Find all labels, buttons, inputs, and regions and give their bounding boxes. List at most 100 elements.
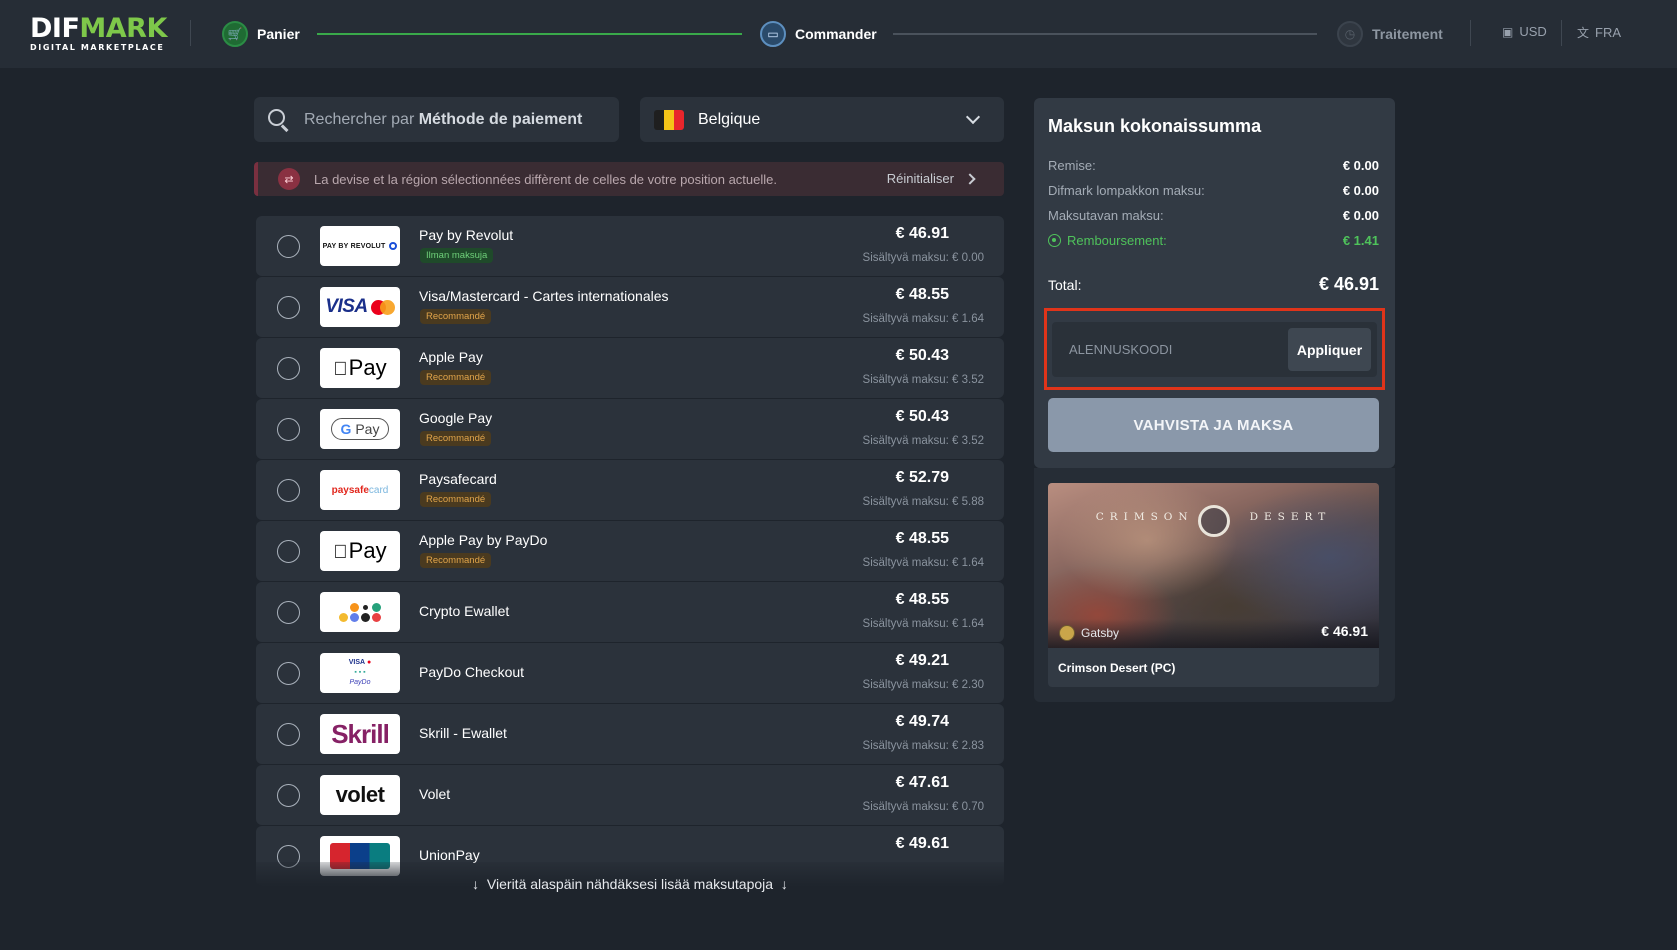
promo-highlight-frame: Appliquer: [1044, 308, 1385, 390]
step-traitement[interactable]: ◷ Traitement: [1337, 20, 1443, 48]
google-pay-logo: G Pay: [330, 418, 390, 440]
payment-option-row[interactable]: Pay Apple Pay Recommandé € 50.43 Sisältyvä …: [256, 338, 1004, 398]
currency-selector[interactable]: ▣ USD: [1502, 24, 1547, 39]
payment-radio[interactable]: [277, 235, 300, 258]
translate-icon: 文: [1577, 26, 1590, 40]
payment-radio[interactable]: [277, 540, 300, 563]
summary-row-method-fee: Maksutavan maksu: € 0.00: [1048, 208, 1379, 223]
scroll-hint: ↓ Vieritä alaspäin nähdäksesi lisää maks…: [472, 876, 788, 892]
product-card: CRIMSON DESERT Gatsby € 46.91 Crimson De…: [1034, 468, 1395, 702]
payment-method-list: PAY BY REVOLUT Pay by Revolut Ilman maksuj…: [256, 216, 1004, 899]
confirm-and-pay-button[interactable]: VAHVISTA JA MAKSA: [1048, 398, 1379, 452]
promo-code-input[interactable]: [1052, 322, 1282, 377]
payment-price: € 50.43: [895, 347, 949, 364]
paysafecard-logo: paysafecard: [331, 484, 389, 496]
seller-info: Gatsby: [1059, 625, 1119, 641]
payment-search-input[interactable]: Rechercher par Méthode de paiement: [254, 97, 619, 142]
payment-option-row[interactable]: G Pay Google Pay Recommandé € 50.43 Sisältyv…: [256, 399, 1004, 459]
revolut-logo: PAY BY REVOLUT: [323, 242, 398, 250]
payment-price: € 49.61: [895, 835, 949, 852]
payment-price: € 46.91: [895, 225, 949, 242]
payment-radio[interactable]: [277, 662, 300, 685]
payment-price: € 48.55: [895, 286, 949, 303]
payment-logo: G Pay: [320, 409, 400, 449]
step-commander[interactable]: ▭ Commander: [760, 20, 877, 48]
payment-option-row[interactable]: Pay Apple Pay by PayDo Recommandé € 48.55 S…: [256, 521, 1004, 581]
payment-price: € 48.55: [895, 530, 949, 547]
search-icon: [268, 108, 290, 132]
search-placeholder: Rechercher par Méthode de paiement: [304, 110, 583, 128]
cover-title-art: CRIMSON DESERT: [1095, 511, 1332, 523]
chevron-right-icon: [964, 172, 976, 185]
step-panier[interactable]: 🛒 Panier: [222, 20, 300, 48]
product-item[interactable]: CRIMSON DESERT Gatsby € 46.91 Crimson De…: [1048, 483, 1379, 687]
skrill-logo: Skrill: [331, 718, 390, 749]
payment-radio[interactable]: [277, 723, 300, 746]
difmark-logo[interactable]: DIFMARK DIGITAL MARKETPLACE: [30, 13, 167, 53]
payment-fee: Sisältyvä maksu: € 0.00: [862, 252, 984, 264]
payment-option-row[interactable]: Crypto Ewallet € 48.55 Sisältyvä maksu: € …: [256, 582, 1004, 642]
payment-logo: [320, 592, 400, 632]
payment-radio[interactable]: [277, 479, 300, 502]
payment-option-row[interactable]: VISA Visa/Mastercard - Cartes internation…: [256, 277, 1004, 337]
payment-fee: Sisältyvä maksu: € 5.88: [862, 496, 984, 508]
apply-promo-button[interactable]: Appliquer: [1288, 328, 1371, 371]
payment-option-row[interactable]: PAY BY REVOLUT Pay by Revolut Ilman maksuj…: [256, 216, 1004, 276]
payment-logo: paysafecard: [320, 470, 400, 510]
payment-badge: Ilman maksuja: [420, 248, 494, 263]
payment-logo: VISA ● ▪ ▪ ▪ PayDo: [320, 653, 400, 693]
payment-logo: VISA: [320, 287, 400, 327]
payment-logo: Pay: [320, 531, 400, 571]
payment-fee: Sisältyvä maksu: € 3.52: [862, 374, 984, 386]
payment-radio[interactable]: [277, 418, 300, 441]
payment-name: Volet: [419, 786, 451, 802]
payment-radio[interactable]: [277, 357, 300, 380]
belgium-flag-icon: [654, 109, 684, 130]
payment-name: PayDo Checkout: [419, 664, 525, 680]
payment-radio[interactable]: [277, 784, 300, 807]
payment-price: € 47.61: [895, 774, 949, 791]
logo-text-white: DIF: [30, 13, 80, 44]
payment-name: Paysafecard: [419, 471, 497, 487]
apple-pay-logo: Pay: [333, 355, 386, 381]
refund-icon: [1048, 234, 1061, 247]
step-label: Panier: [257, 26, 300, 42]
country-select[interactable]: Belgique: [640, 97, 1004, 142]
payment-badge: Recommandé: [420, 431, 492, 446]
payment-option-row[interactable]: paysafecard Paysafecard Recommandé € 52.79 S…: [256, 460, 1004, 520]
payment-name: Crypto Ewallet: [419, 603, 510, 619]
payment-radio[interactable]: [277, 296, 300, 319]
payment-option-row[interactable]: volet Volet € 47.61 Sisältyvä maksu: € 0.70: [256, 765, 1004, 825]
payment-summary-panel: Maksun kokonaissumma Remise: € 0.00 Difma…: [1034, 98, 1395, 468]
language-selector[interactable]: 文 FRA: [1577, 24, 1621, 41]
clock-icon: ◷: [1337, 21, 1363, 47]
payment-name: Visa/Mastercard - Cartes internationales: [419, 288, 669, 304]
top-header: DIFMARK DIGITAL MARKETPLACE 🛒 Panier ▭ C…: [0, 0, 1677, 68]
settings-alert-icon: ⇄: [278, 168, 300, 190]
header-divider: [190, 20, 191, 46]
payment-option-row[interactable]: VISA ● ▪ ▪ ▪ PayDo PayDo Checkout € 49.21 Sis…: [256, 643, 1004, 703]
summary-total: Total: € 46.91: [1048, 274, 1379, 294]
payment-logo: PAY BY REVOLUT: [320, 226, 400, 266]
payment-badge: Recommandé: [420, 492, 492, 507]
payment-option-row[interactable]: Skrill Skrill - Ewallet € 49.74 Sisältyvä m…: [256, 704, 1004, 764]
step-label: Commander: [795, 26, 877, 42]
card-icon: ▭: [760, 21, 786, 47]
payment-fee: Sisältyvä maksu: € 0.70: [862, 801, 984, 813]
payment-logo: Skrill: [320, 714, 400, 754]
payment-fee: Sisältyvä maksu: € 2.83: [862, 740, 984, 752]
product-name: Crimson Desert (PC): [1058, 661, 1176, 675]
apple-icon: : [333, 359, 347, 380]
payment-name: Skrill - Ewallet: [419, 725, 507, 741]
payment-logo: Pay: [320, 348, 400, 388]
reset-button[interactable]: Réinitialiser: [887, 171, 976, 186]
progress-line-complete: [317, 33, 742, 35]
money-icon: ▣: [1502, 24, 1514, 39]
payment-radio[interactable]: [277, 601, 300, 624]
header-divider: [1470, 20, 1471, 46]
chevron-down-icon: [965, 109, 981, 125]
paydo-logo: VISA ● ▪ ▪ ▪ PayDo: [348, 659, 372, 686]
currency-label: USD: [1519, 24, 1547, 39]
step-label: Traitement: [1372, 26, 1443, 42]
apple-pay-logo: Pay: [333, 538, 386, 564]
